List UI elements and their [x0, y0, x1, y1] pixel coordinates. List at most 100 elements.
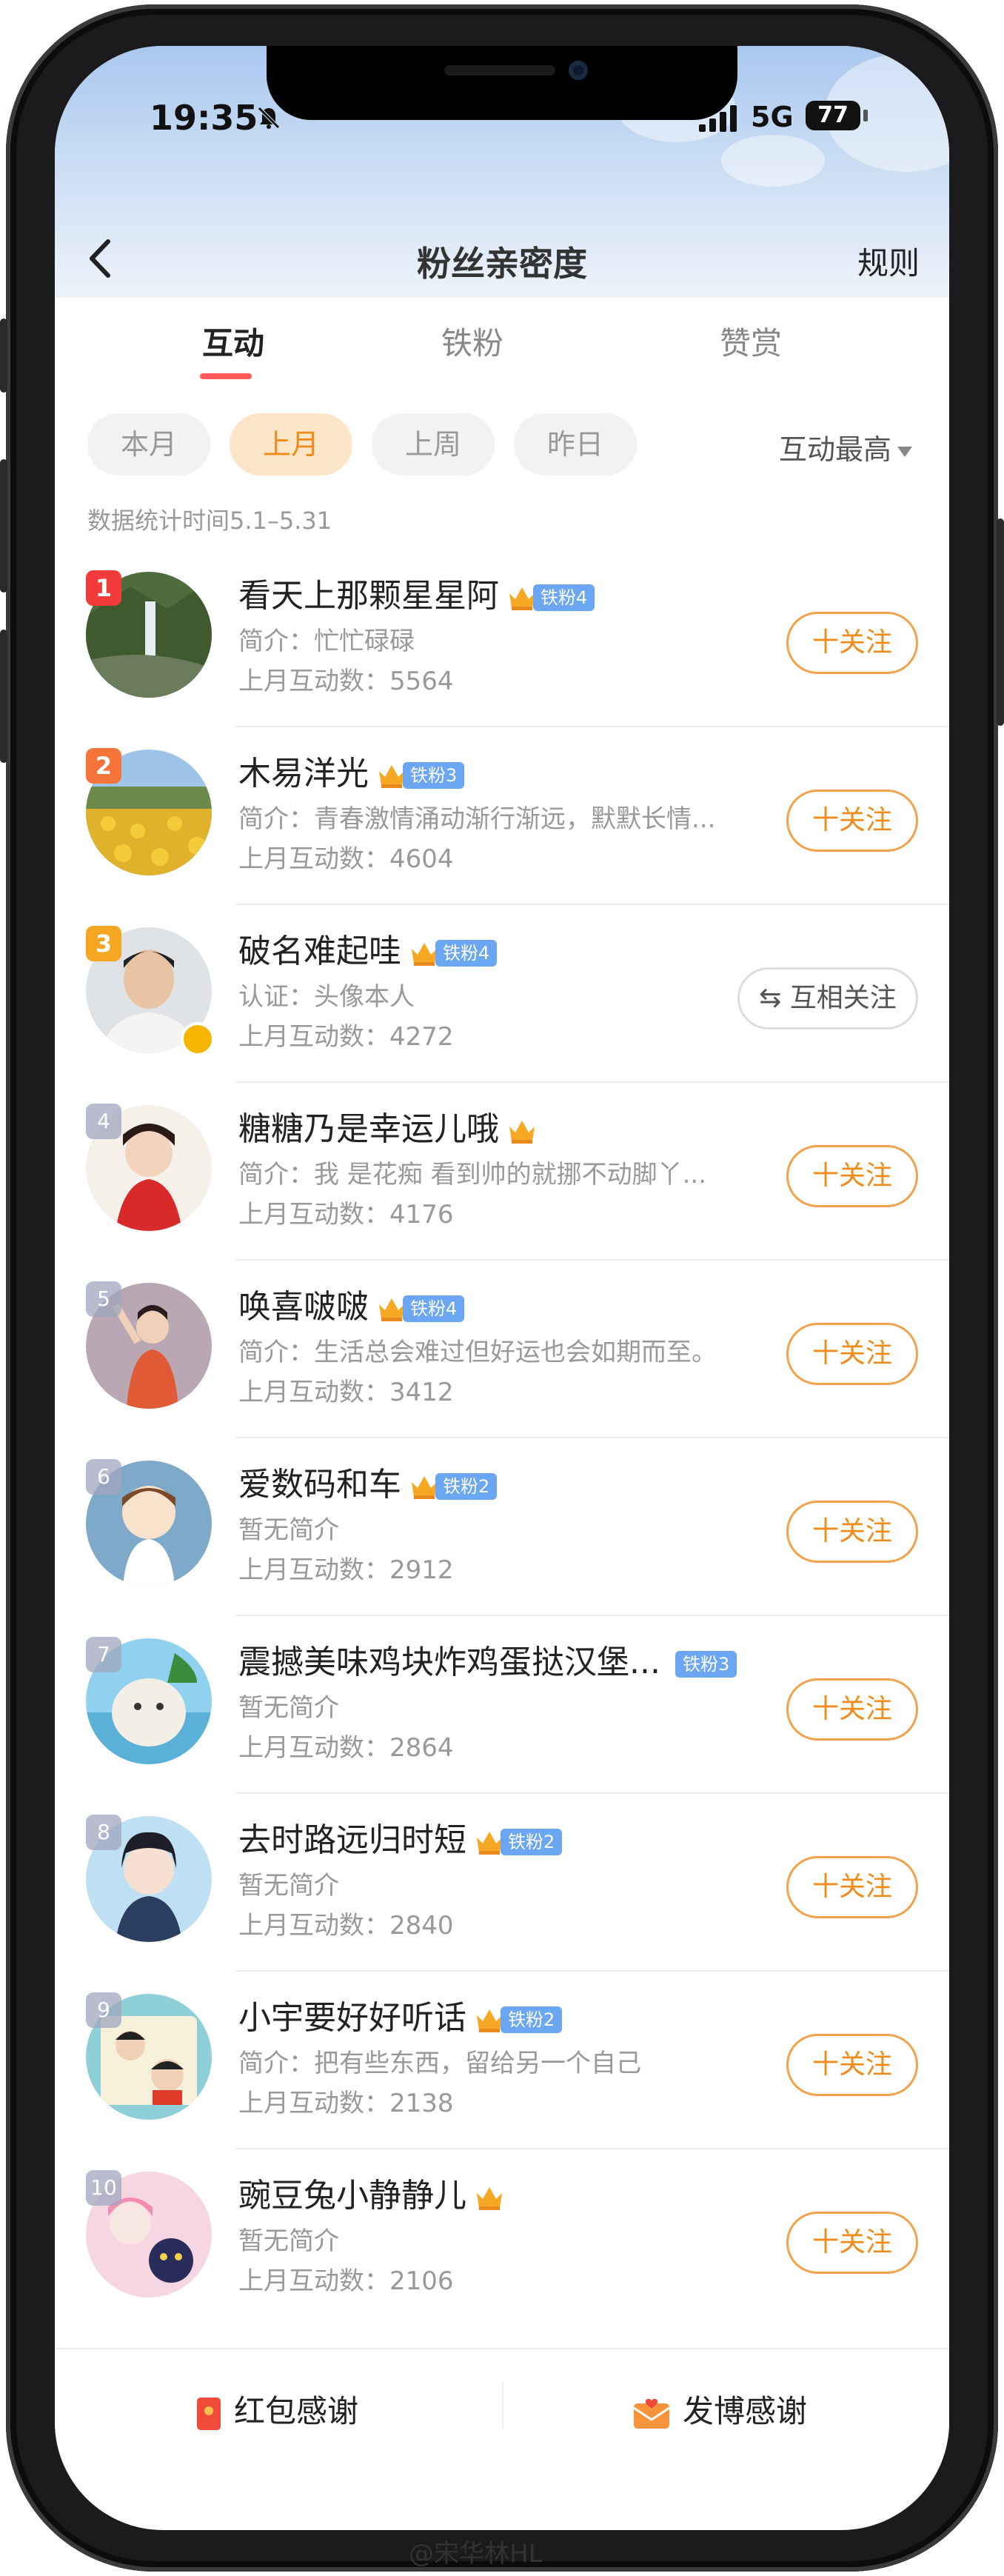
mutual-follow-button[interactable]: ⇆ 互相关注 [737, 967, 918, 1030]
watermark: @宋华林HL [409, 2539, 543, 2569]
fan-name-text: 爱数码和车 [238, 1466, 401, 1504]
post-thanks-button[interactable]: 发博感谢 [632, 2386, 807, 2432]
network-type: 5G [751, 101, 794, 133]
fan-intro: 简介：我 是花痴 看到帅的就挪不动脚丫... [238, 1160, 707, 1189]
rank-badge: 9 [86, 1992, 121, 2028]
verified-badge-icon [181, 1022, 215, 1056]
dynamic-island [267, 46, 737, 120]
rank-badge: 4 [86, 1104, 121, 1139]
phone-side-button [0, 630, 7, 763]
crown-icon [509, 1121, 535, 1144]
fan-name-text: 唤喜啵啵 [238, 1288, 369, 1326]
crown-icon [477, 2187, 502, 2210]
tab-iron-fans[interactable]: 铁粉 [384, 318, 561, 364]
follow-button[interactable]: 十关注 [786, 2034, 918, 2096]
follow-button[interactable]: 十关注 [786, 612, 918, 674]
nav-bar: 粉丝亲密度 规则 [55, 224, 949, 298]
follow-button[interactable]: 十关注 [786, 1856, 918, 1918]
sort-dropdown[interactable]: 互动最高 [779, 427, 912, 467]
fan-interaction-count: 上月互动数：3412 [238, 1378, 454, 1407]
fan-interaction-count: 上月互动数：2912 [238, 1555, 454, 1585]
fan-name-text: 破名难起哇 [238, 932, 401, 970]
fan-row[interactable]: 7 震撼美味鸡块炸鸡蛋挞汉堡... 铁粉3 暂无简介 上月互动数：2864 十关注 [55, 1616, 949, 1794]
fan-row[interactable]: 4 糖糖乃是幸运儿哦 简介：我 是花痴 看到帅的就挪不动脚丫... 上月互动数：… [55, 1083, 949, 1261]
fan-intro: 简介：忙忙碌碌 [238, 627, 415, 656]
bottom-action-bar: 红包感谢 发博感谢 [55, 2348, 949, 2466]
triangle-down-icon [897, 446, 912, 457]
fan-intro: 暂无简介 [238, 1871, 339, 1901]
follow-button[interactable]: 十关注 [786, 1145, 918, 1207]
fan-name-text: 看天上那颗星星阿 [238, 577, 499, 615]
fan-row[interactable]: 8 去时路远归时短 铁粉2 暂无简介 上月互动数：2840 十关注 [55, 1794, 949, 1972]
fan-name-text: 去时路远归时短 [238, 1821, 466, 1859]
fan-row[interactable]: 1 看天上那颗星星阿 铁粉4 简介：忙忙碌碌 上月互动数：5564 十关注 [55, 550, 949, 727]
rank-badge: 5 [86, 1281, 121, 1317]
rules-link[interactable]: 规则 [857, 238, 920, 284]
follow-button[interactable]: 十关注 [786, 1501, 918, 1563]
filter-last-week[interactable]: 上周 [372, 413, 495, 476]
envelope-heart-icon [633, 2398, 670, 2429]
stat-time-text: 数据统计时间5.1–5.31 [87, 507, 332, 535]
iron-fan-badge: 铁粉3 [675, 1651, 737, 1678]
tab-active-underline [200, 373, 252, 379]
fan-name: 去时路远归时短 铁粉2 [238, 1813, 563, 1861]
red-packet-icon [197, 2397, 221, 2430]
phone-side-button [997, 518, 1004, 726]
fan-interaction-count: 上月互动数：4604 [238, 844, 454, 874]
main-content: 互动 铁粉 赞赏 本月 上月 上周 昨日 互动最高 数据统计时间5.1–5.31… [55, 298, 949, 2394]
fan-name: 震撼美味鸡块炸鸡蛋挞汉堡... 铁粉3 [238, 1635, 737, 1683]
fan-interaction-count: 上月互动数：4176 [238, 1200, 454, 1229]
rank-badge: 6 [86, 1459, 121, 1495]
fan-name-text: 糖糖乃是幸运儿哦 [238, 1110, 499, 1148]
fan-intro: 暂无简介 [238, 1515, 339, 1545]
tab-reward[interactable]: 赞赏 [662, 318, 840, 364]
fan-row[interactable]: 2 木易洋光 铁粉3 简介：青春激情涌动渐行渐远，默默长情... 上月互动数：46… [55, 727, 949, 905]
filter-last-month[interactable]: 上月 [230, 413, 352, 476]
rank-badge: 1 [86, 570, 121, 606]
fan-intro: 暂无简介 [238, 1693, 339, 1723]
iron-fan-badge: 铁粉2 [501, 2006, 563, 2033]
filter-yesterday[interactable]: 昨日 [514, 413, 637, 476]
fan-name: 爱数码和车 铁粉2 [238, 1458, 498, 1505]
rank-badge: 10 [86, 2170, 121, 2206]
fan-row[interactable]: 6 爱数码和车 铁粉2 暂无简介 上月互动数：2912 十关注 [55, 1438, 949, 1616]
fan-intro: 简介：把有些东西，留给另一个自己 [238, 2049, 641, 2078]
fan-intro: 暂无简介 [238, 2226, 339, 2256]
fan-row[interactable]: 5 唤喜啵啵 铁粉4 简介：生活总会难过但好运也会如期而至。 上月互动数：3412… [55, 1261, 949, 1438]
follow-button[interactable]: 十关注 [786, 1678, 918, 1741]
sort-label: 互动最高 [778, 433, 891, 466]
rank-badge: 2 [86, 748, 121, 784]
fan-interaction-count: 上月互动数：2106 [238, 2266, 454, 2296]
fan-row[interactable]: 9 小宇要好好听话 铁粉2 简介：把有些东西，留给另一个自己 上月互动数：2138… [55, 1972, 949, 2149]
fan-name: 豌豆兔小静静儿 [238, 2169, 505, 2216]
fan-intro: 简介：生活总会难过但好运也会如期而至。 [238, 1338, 717, 1367]
fan-name-text: 豌豆兔小静静儿 [238, 2177, 466, 2215]
tab-bar: 互动 铁粉 赞赏 [55, 318, 949, 393]
fan-row[interactable]: 3 破名难起哇 铁粉4 认证：头像本人 上月互动数：4272 ⇆ 互相关注 [55, 905, 949, 1083]
battery-icon: 77 [806, 101, 860, 130]
fan-name: 唤喜啵啵 铁粉4 [238, 1280, 465, 1327]
fan-name-text: 木易洋光 [238, 755, 369, 793]
filter-this-month[interactable]: 本月 [87, 413, 210, 476]
phone-side-button [0, 459, 7, 593]
screen: 19:35 5G 77 粉丝亲密度 规则 互动 铁粉 赞赏 本月 上月 上周 昨… [55, 46, 949, 2530]
iron-fan-badge: 铁粉2 [501, 1829, 563, 1855]
follow-button[interactable]: 十关注 [786, 790, 918, 852]
bell-muted-icon [258, 107, 280, 129]
fan-name-text: 小宇要好好听话 [238, 1999, 466, 2037]
time-filter-bar: 本月 上月 上周 昨日 互动最高 [87, 413, 924, 476]
tab-interaction[interactable]: 互动 [144, 318, 322, 364]
fan-name-text: 震撼美味鸡块炸鸡蛋挞汉堡... [238, 1644, 660, 1681]
rank-badge: 7 [86, 1637, 121, 1672]
follow-button[interactable]: 十关注 [786, 1323, 918, 1385]
fan-interaction-count: 上月互动数：5564 [238, 667, 454, 696]
fan-name: 看天上那颗星星阿 铁粉4 [238, 569, 595, 616]
fan-interaction-count: 上月互动数：2864 [238, 1733, 454, 1763]
follow-button[interactable]: 十关注 [786, 2212, 918, 2274]
red-packet-thanks-button[interactable]: 红包感谢 [195, 2386, 358, 2432]
iron-fan-badge: 铁粉4 [435, 940, 498, 967]
fan-row[interactable]: 10 豌豆兔小静静儿 暂无简介 上月互动数：2106 十关注 [55, 2149, 949, 2327]
page-title: 粉丝亲密度 [417, 244, 587, 284]
iron-fan-badge: 铁粉4 [403, 1295, 465, 1322]
fan-interaction-count: 上月互动数：2138 [238, 2089, 454, 2118]
